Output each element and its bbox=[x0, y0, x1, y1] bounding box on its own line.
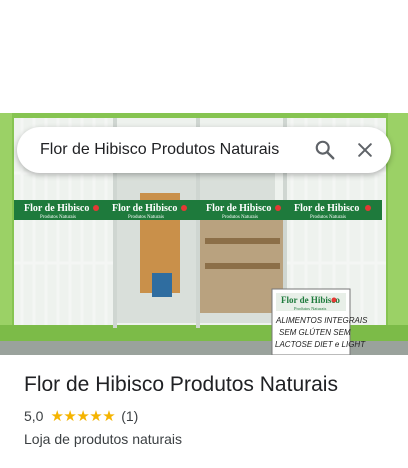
rating-row[interactable]: 5,0 ★★★★★ (1) bbox=[24, 407, 396, 425]
door-sign-subtitle: Produtos Naturais bbox=[310, 215, 346, 220]
board-line: LACTOSE DIET e LIGHT bbox=[275, 340, 366, 349]
board-sign-subtitle: Produtos Naturais bbox=[294, 306, 327, 311]
place-details: Flor de Hibisco Produtos Naturais 5,0 ★★… bbox=[24, 372, 396, 447]
star-rating-icon: ★★★★★ bbox=[50, 408, 116, 425]
search-input[interactable]: Flor de Hibisco Produtos Naturais bbox=[40, 141, 305, 159]
review-count[interactable]: (1) bbox=[121, 408, 138, 424]
board-line: SEM GLÚTEN SEM bbox=[279, 328, 351, 337]
search-icon bbox=[315, 140, 335, 160]
search-button[interactable] bbox=[305, 130, 345, 170]
place-category: Loja de produtos naturais bbox=[24, 431, 182, 447]
door-sign-name: Flor de Hibisco bbox=[112, 203, 177, 214]
board-sign-name: Flor de Hibisco bbox=[281, 295, 340, 305]
search-bar[interactable]: Flor de Hibisco Produtos Naturais bbox=[17, 127, 391, 173]
door-sign-subtitle: Produtos Naturais bbox=[40, 215, 76, 220]
door-sign-subtitle: Produtos Naturais bbox=[128, 215, 164, 220]
board-line: ALIMENTOS INTEGRAIS bbox=[275, 316, 368, 325]
door-sign-name: Flor de Hibisco bbox=[24, 203, 89, 214]
door-sign-subtitle: Produtos Naturais bbox=[222, 215, 258, 220]
rating-value: 5,0 bbox=[24, 408, 44, 424]
door-sign-name: Flor de Hibisco bbox=[206, 203, 271, 214]
close-button[interactable] bbox=[345, 130, 385, 170]
door-sign-name: Flor de Hibisco bbox=[294, 203, 359, 214]
close-icon bbox=[358, 143, 372, 157]
place-title[interactable]: Flor de Hibisco Produtos Naturais bbox=[24, 372, 396, 398]
